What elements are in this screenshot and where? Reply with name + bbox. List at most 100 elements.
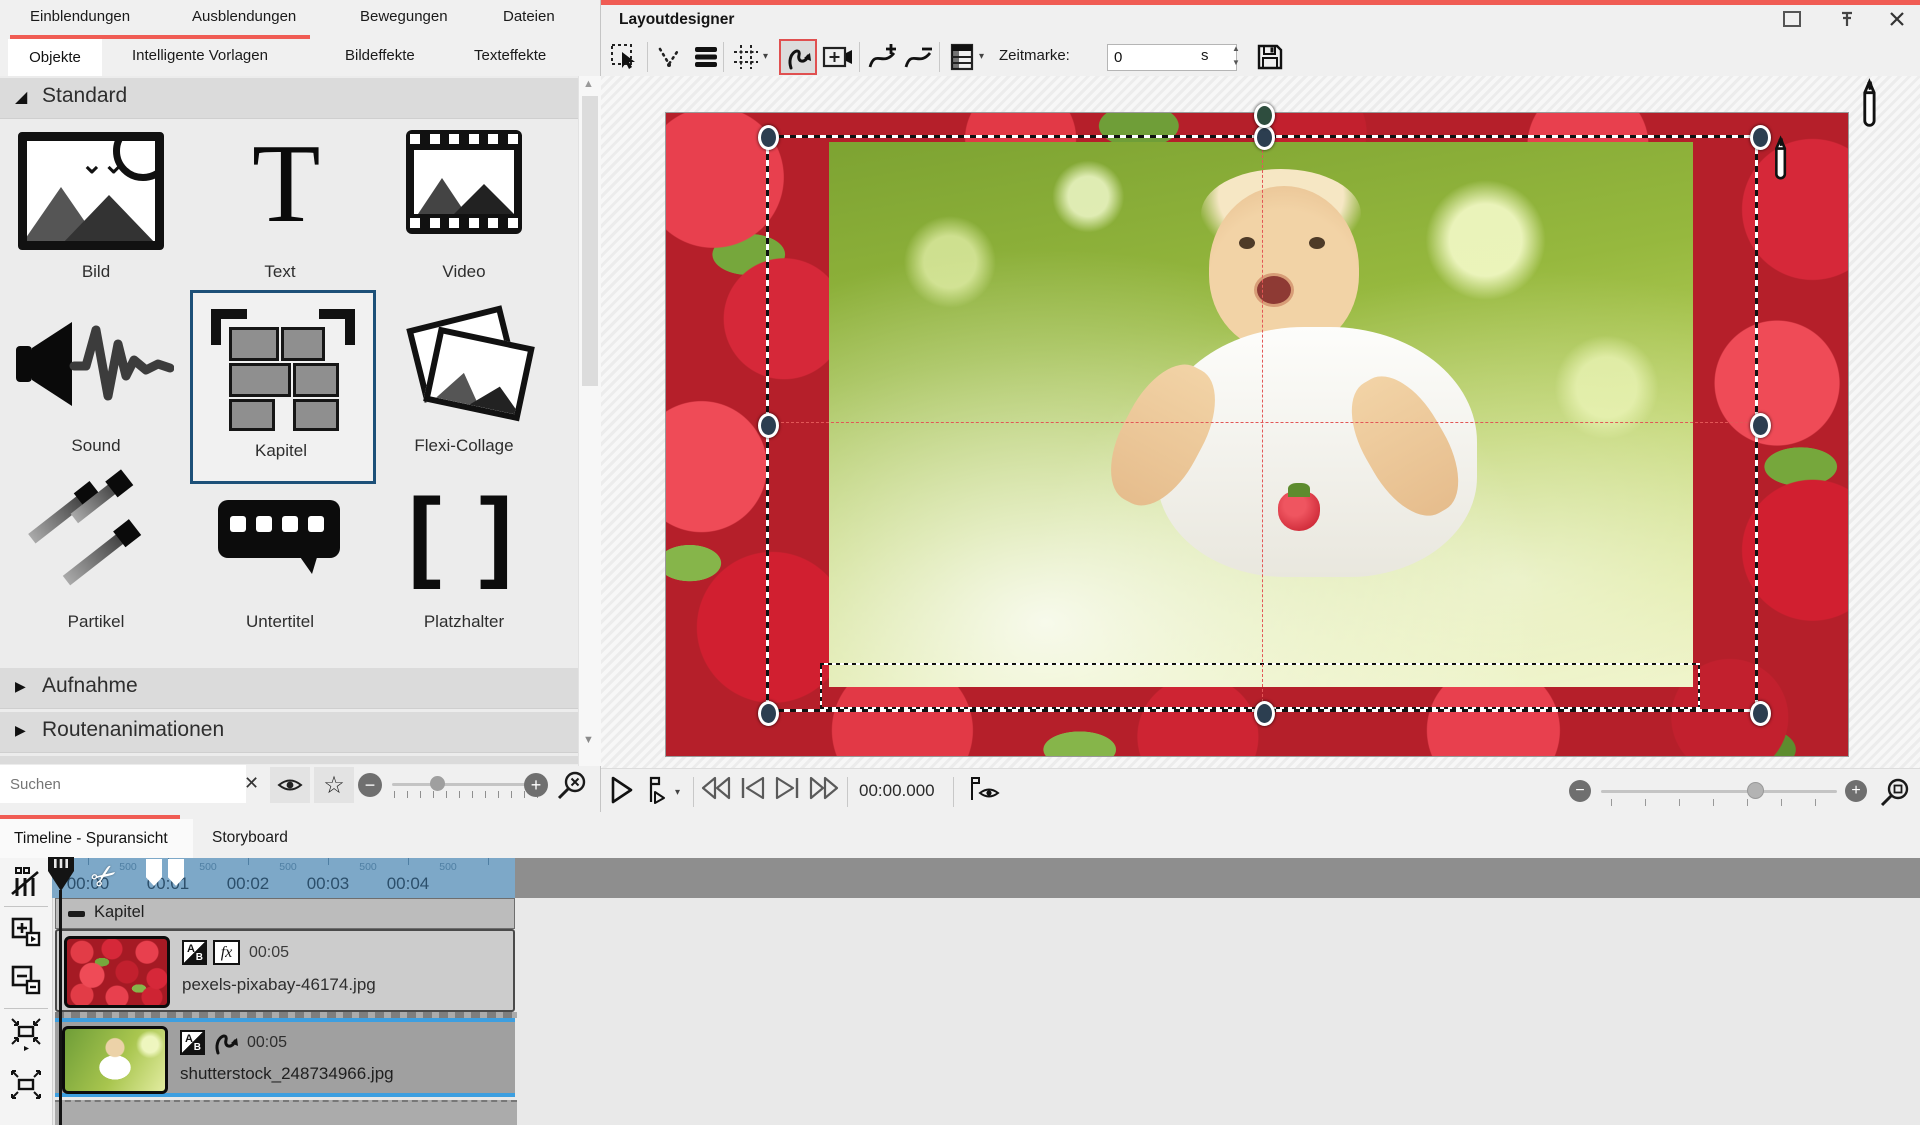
camera-pan-button[interactable] [821, 41, 855, 73]
resize-handle-bottom-right[interactable] [1750, 701, 1771, 726]
slider-thumb[interactable] [430, 776, 445, 791]
tab-bewegungen[interactable]: Bewegungen [360, 8, 448, 25]
zoom-fit-icon[interactable] [1879, 777, 1911, 809]
resize-handle-mid-right[interactable] [1750, 413, 1771, 438]
clear-search-icon[interactable]: ✕ [244, 773, 259, 794]
panel-scrollbar[interactable]: ▲ ▼ [578, 76, 601, 766]
timeline-clip-2-selected[interactable]: AB 00:05 shutterstock_248734966.jpg [55, 1018, 515, 1097]
tab-dateien[interactable]: Dateien [503, 8, 555, 25]
pin-button[interactable] [1839, 11, 1855, 29]
star-icon: ☆ [323, 771, 345, 800]
resize-handle-mid-left[interactable] [758, 413, 779, 438]
collapse-track-icon[interactable] [68, 911, 85, 917]
fx-effect-icon[interactable]: fx [213, 940, 240, 965]
select-tool-button[interactable] [607, 41, 641, 73]
tab-ausblendungen[interactable]: Ausblendungen [192, 8, 296, 25]
tab-objekte[interactable]: Objekte [8, 39, 102, 76]
center-guide-vertical [1262, 135, 1263, 712]
tab-timeline-spuransicht[interactable]: Timeline - Spuransicht [0, 819, 193, 858]
keyframe-table-button[interactable] [945, 41, 979, 73]
shrink-view-button[interactable] [8, 1016, 44, 1052]
scroll-down-icon[interactable]: ▼ [583, 734, 594, 746]
skip-to-start-button[interactable] [739, 776, 765, 800]
timeline-ruler[interactable]: 500 500 500 500 500 00:00 00:01 00:02 00… [52, 858, 1920, 898]
preview-eye-button[interactable] [270, 767, 310, 803]
motion-path-button[interactable] [653, 41, 687, 73]
zeitmarke-label: Zeitmarke: [999, 47, 1070, 64]
chapter-track-header[interactable]: Kapitel [55, 898, 515, 929]
tab-intelligente-vorlagen[interactable]: Intelligente Vorlagen [132, 47, 268, 64]
save-button[interactable] [1253, 41, 1287, 73]
resize-handle-bottom-center[interactable] [1254, 701, 1275, 726]
resize-handle-top-center[interactable] [1254, 125, 1275, 150]
track-name: Kapitel [94, 903, 144, 922]
table-dropdown-icon[interactable]: ▾ [979, 51, 984, 62]
collapse-all-tracks-button[interactable] [8, 962, 44, 998]
timeline-clip-1[interactable]: AB fx 00:05 pexels-pixabay-46174.jpg [55, 929, 515, 1012]
grid-dropdown-icon[interactable]: ▾ [763, 51, 768, 62]
grid-button[interactable] [729, 41, 763, 73]
zeitmarke-spin-down[interactable]: ▼ [1229, 57, 1243, 69]
zeitmarke-spin-up[interactable]: ▲ [1229, 43, 1243, 55]
play-options-dropdown-icon[interactable]: ▾ [675, 787, 680, 798]
zoom-out-button[interactable]: − [358, 773, 382, 797]
timeline-tool-column [0, 858, 53, 1125]
skip-end-icon [775, 776, 801, 800]
section-routenanimationen[interactable]: ▶ Routenanimationen [0, 712, 578, 753]
save-icon [1256, 43, 1284, 71]
close-button[interactable] [1889, 11, 1905, 27]
zeitmarke-input[interactable] [1107, 44, 1237, 71]
rotation-handle[interactable] [1254, 103, 1275, 128]
canvas-zoom-in-button[interactable]: + [1845, 780, 1867, 802]
camera-pan-icon [822, 44, 854, 70]
section-standard[interactable]: ◢ Standard [0, 78, 578, 119]
tab-einblendungen[interactable]: Einblendungen [30, 8, 130, 25]
track-options-button[interactable] [8, 864, 44, 900]
maximize-icon [1783, 11, 1801, 27]
add-keyframe-button[interactable] [865, 41, 899, 73]
ruler-minor-label: 500 [273, 861, 303, 873]
playhead[interactable] [46, 855, 76, 893]
layoutdesigner-toolbar: ▾ [601, 38, 1920, 77]
zoom-in-button[interactable]: + [524, 773, 548, 797]
object-item-kapitel-selected[interactable]: Kapitel [190, 290, 376, 484]
marker-visibility-button[interactable] [967, 776, 1001, 802]
rewind-button[interactable] [701, 776, 731, 800]
play-from-timemarker-button[interactable] [645, 776, 667, 804]
scrollbar-thumb[interactable] [582, 96, 598, 386]
tab-storyboard[interactable]: Storyboard [212, 829, 288, 847]
canvas-zoom-slider[interactable] [1601, 790, 1837, 793]
section-aufnahme[interactable]: ▶ Aufnahme [0, 668, 578, 709]
expand-all-tracks-button[interactable] [8, 914, 44, 950]
enlarge-view-button[interactable] [8, 1066, 44, 1102]
resize-handle-bottom-left[interactable] [758, 701, 779, 726]
canvas-zoom-out-button[interactable]: − [1569, 780, 1591, 802]
canvas-zoom-thumb[interactable] [1747, 782, 1764, 799]
zoom-reset-icon[interactable] [556, 770, 588, 802]
tab-bildeffekte[interactable]: Bildeffekte [345, 47, 415, 64]
remove-keyframe-button[interactable] [901, 41, 935, 73]
image-icon: ⌄⌄ [18, 132, 164, 250]
animation-curve-icon[interactable] [211, 1028, 239, 1056]
resize-handle-top-left[interactable] [758, 125, 779, 150]
fast-forward-button[interactable] [809, 776, 839, 800]
play-button[interactable] [610, 776, 634, 804]
expander-open-icon: ◢ [15, 87, 27, 107]
layers-button[interactable] [689, 41, 723, 73]
search-input[interactable] [0, 765, 246, 803]
skip-to-end-button[interactable] [775, 776, 801, 800]
slide-canvas[interactable] [665, 112, 1849, 757]
scroll-up-icon[interactable]: ▲ [583, 78, 594, 90]
ab-transition-icon[interactable]: AB [180, 1030, 205, 1055]
ab-transition-icon[interactable]: AB [182, 940, 207, 965]
thumbnail-size-slider[interactable] [392, 783, 538, 786]
favorites-star-button[interactable]: ☆ [314, 767, 354, 803]
zoom-slider-ticks [1611, 799, 1835, 806]
pin-icon [1842, 13, 1852, 26]
curve-mode-button-active[interactable] [779, 39, 817, 75]
close-icon [1891, 13, 1903, 25]
maximize-button[interactable] [1783, 11, 1801, 27]
tab-texteffekte[interactable]: Texteffekte [474, 47, 546, 64]
object-label: Flexi-Collage [372, 436, 556, 456]
object-label: Sound [4, 436, 188, 456]
